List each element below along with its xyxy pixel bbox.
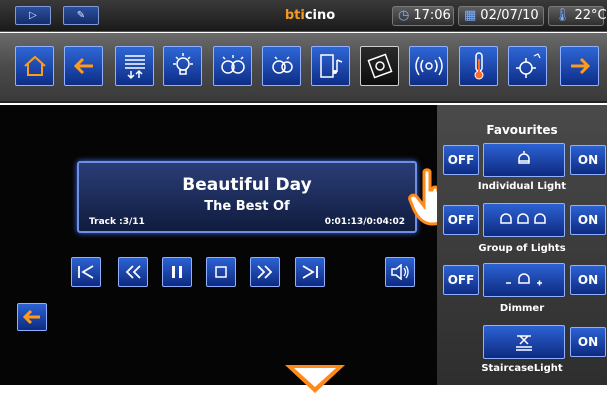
rewind-icon xyxy=(125,265,141,279)
music-film-icon xyxy=(319,54,342,78)
favourites-panel: Favourites OFF ON Individual Light OFF O… xyxy=(437,105,607,385)
arrow-left-icon xyxy=(73,57,93,75)
clock-display: ◷ 17:06 xyxy=(392,6,454,26)
favourites-title: Favourites xyxy=(486,123,558,137)
clock-icon: ◷ xyxy=(398,8,410,23)
thermometer-icon: 🌡 xyxy=(554,8,571,23)
forward-toolbar-button[interactable] xyxy=(560,46,599,86)
lights-group-button[interactable] xyxy=(262,46,301,86)
arrow-right-icon xyxy=(570,57,590,75)
signal-icon xyxy=(414,56,443,76)
fast-forward-button[interactable] xyxy=(250,257,280,287)
temperature-display: 🌡 22°C xyxy=(548,6,607,26)
play-time: 0:01:13/0:04:02 xyxy=(324,217,405,227)
next-track-button[interactable] xyxy=(295,257,325,287)
group-of-lights-label: Group of Lights xyxy=(478,243,566,254)
previous-track-button[interactable] xyxy=(71,257,101,287)
edit-button[interactable]: ✎ xyxy=(63,6,99,25)
home-icon xyxy=(23,55,46,76)
pause-icon xyxy=(172,266,182,278)
lamp-icon xyxy=(518,151,530,164)
audio-icon xyxy=(367,53,392,79)
thermometer-icon xyxy=(474,52,483,80)
date-display: ▦ 02/07/10 xyxy=(458,6,544,26)
album-title: The Best Of xyxy=(204,199,290,214)
radio-button[interactable] xyxy=(409,46,448,86)
status-bar: ▷ ✎ bticino ◷ 17:06 ▦ 02/07/10 🌡 22°C xyxy=(0,0,607,32)
individual-light-label: Individual Light xyxy=(477,181,567,192)
staircase-light-button[interactable] xyxy=(483,325,565,359)
song-title: Beautiful Day xyxy=(182,175,312,195)
settings-button[interactable] xyxy=(508,46,547,86)
staircase-light-on-button[interactable]: ON xyxy=(570,327,606,357)
brand-logo: bticino xyxy=(284,8,336,23)
back-button[interactable] xyxy=(17,303,47,331)
rewind-button[interactable] xyxy=(118,257,148,287)
lightbulb-icon xyxy=(172,53,193,75)
individual-light-on-button[interactable]: ON xyxy=(570,145,606,175)
scroll-down-arrow-inner xyxy=(294,368,336,387)
automation-button[interactable] xyxy=(115,46,154,86)
snowflake-sun-icon xyxy=(515,53,541,78)
volume-button[interactable] xyxy=(385,257,415,287)
audio-button[interactable] xyxy=(360,46,399,86)
player-area: Beautiful Day The Best Of Track :3/11 0:… xyxy=(0,105,437,385)
individual-light-off-button[interactable]: OFF xyxy=(443,145,479,175)
stop-button[interactable] xyxy=(206,257,236,287)
lamp-group-icon xyxy=(500,213,546,224)
shutter-icon xyxy=(124,55,145,80)
dimmer-label: Dimmer xyxy=(499,303,545,314)
play-mode-button[interactable]: ▷ xyxy=(15,6,51,25)
dimmer-on-button[interactable]: ON xyxy=(570,265,606,295)
multimedia-button[interactable] xyxy=(311,46,350,86)
scenario-button[interactable] xyxy=(213,46,252,86)
skip-previous-icon xyxy=(78,265,94,279)
arrow-left-icon xyxy=(22,309,40,325)
function-toolbar xyxy=(0,33,607,103)
group-of-lights-off-button[interactable]: OFF xyxy=(443,205,479,235)
dimmer-icon xyxy=(506,273,542,286)
pause-button[interactable] xyxy=(162,257,192,287)
fast-forward-icon xyxy=(257,265,273,279)
dimmer-off-button[interactable]: OFF xyxy=(443,265,479,295)
track-number: Track :3/11 xyxy=(89,217,145,227)
staircase-light-icon xyxy=(516,335,532,351)
scenario-icon xyxy=(220,55,245,74)
staircase-light-label: StaircaseLight xyxy=(481,363,563,374)
back-toolbar-button[interactable] xyxy=(64,46,103,86)
stop-icon xyxy=(215,266,227,278)
individual-light-button[interactable] xyxy=(483,143,565,177)
group-of-lights-on-button[interactable]: ON xyxy=(570,205,606,235)
skip-next-icon xyxy=(302,265,318,279)
lighting-button[interactable] xyxy=(163,46,202,86)
group-of-lights-button[interactable] xyxy=(483,203,565,237)
lights-group-icon xyxy=(271,56,293,74)
temperature-control-button[interactable] xyxy=(459,46,498,86)
home-button[interactable] xyxy=(15,46,54,86)
dimmer-button[interactable] xyxy=(483,263,565,297)
speaker-icon xyxy=(391,264,409,280)
now-playing-panel: Beautiful Day The Best Of Track :3/11 0:… xyxy=(77,161,417,233)
calendar-icon: ▦ xyxy=(464,8,477,23)
